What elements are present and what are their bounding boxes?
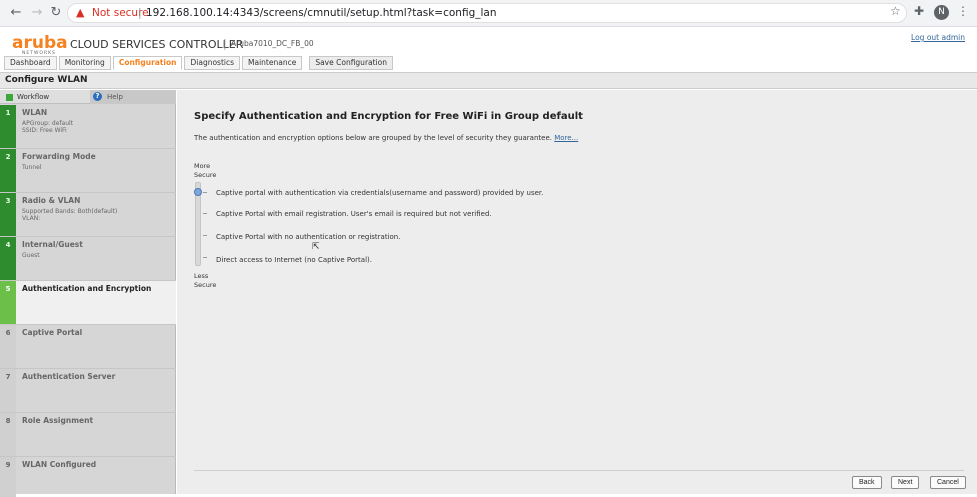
step-title: Radio & VLAN [22, 196, 81, 205]
step-number: 3 [0, 193, 16, 236]
step-detail: VLAN: [22, 215, 41, 222]
cancel-button[interactable]: Cancel [930, 476, 966, 489]
description-text: The authentication and encryption option… [194, 134, 552, 142]
workflow-sidebar: Workflow ? Help 1 WLAN APGroup: default … [0, 90, 176, 497]
less-secure-line: Secure [194, 280, 217, 289]
tab-dashboard[interactable]: Dashboard [4, 56, 57, 70]
security-option-4[interactable]: Direct access to Internet (no Captive Po… [216, 256, 372, 264]
warning-icon[interactable]: ▲ [76, 6, 84, 20]
back-button[interactable]: Back [852, 476, 882, 489]
product-name: CLOUD SERVICES CONTROLLER [70, 38, 244, 51]
slider-tick [203, 257, 207, 258]
more-secure-label: More Secure [194, 162, 216, 179]
profile-avatar[interactable]: N [934, 5, 949, 20]
app-header: aruba NETWORKS CLOUD SERVICES CONTROLLER… [0, 27, 977, 71]
header-separator: | [223, 37, 227, 50]
tab-configuration[interactable]: Configuration [112, 56, 183, 70]
slider-tick [203, 235, 207, 236]
step-title: Role Assignment [22, 416, 94, 425]
tab-maintenance[interactable]: Maintenance [242, 56, 303, 70]
step-number: 1 [0, 105, 16, 148]
step-wlan-configured[interactable]: 9 WLAN Configured [0, 457, 176, 497]
step-number: 4 [0, 237, 16, 280]
extensions-puzzle-icon[interactable]: ✚ [914, 4, 924, 18]
tab-diagnostics[interactable]: Diagnostics [184, 56, 241, 70]
next-button[interactable]: Next [891, 476, 920, 489]
step-detail: Supported Bands: Both(default) [22, 208, 118, 215]
step-title: Authentication and Encryption [22, 284, 152, 293]
less-secure-label: Less Secure [194, 272, 216, 289]
step-wlan[interactable]: 1 WLAN APGroup: default SSID: Free WiFi [0, 105, 176, 149]
tab-monitoring[interactable]: Monitoring [58, 56, 111, 70]
help-icon: ? [93, 92, 102, 101]
step-title: Authentication Server [22, 372, 116, 381]
step-title: WLAN [22, 108, 48, 117]
more-secure-line: Secure [194, 170, 217, 179]
device-name: Aruba7010_DC_FB_00 [231, 39, 314, 48]
reload-icon[interactable]: ↻ [48, 5, 64, 21]
aruba-logo: aruba [12, 33, 68, 53]
step-detail: Guest [22, 252, 40, 259]
slider-tick [203, 192, 207, 193]
forward-arrow-icon[interactable]: → [29, 5, 45, 21]
step-number: 2 [0, 149, 16, 192]
step-authentication-server[interactable]: 7 Authentication Server [0, 369, 176, 413]
address-bar[interactable]: ▲ Not secure | 192.168.100.14:4343/scree… [67, 3, 907, 23]
save-configuration-button[interactable]: Save Configuration [309, 56, 393, 70]
more-link[interactable]: More... [554, 134, 578, 142]
step-detail: SSID: Free WiFi [22, 127, 67, 134]
url-text[interactable]: 192.168.100.14:4343/screens/cmnutil/setu… [146, 7, 497, 19]
step-title: Captive Portal [22, 328, 83, 337]
step-authentication-encryption[interactable]: 5 Authentication and Encryption [0, 281, 176, 325]
step-number: 6 [0, 325, 16, 368]
workflow-icon [6, 94, 13, 101]
step-number: 9 [0, 457, 16, 497]
step-number: 7 [0, 369, 16, 412]
main-tabs: Dashboard Monitoring Configuration Diagn… [4, 56, 393, 70]
browser-menu-icon[interactable]: ⋮ [957, 4, 969, 18]
step-detail: APGroup: default [22, 120, 74, 127]
step-captive-portal[interactable]: 6 Captive Portal [0, 325, 176, 369]
bookmark-star-icon[interactable]: ☆ [890, 4, 901, 18]
slider-tick [203, 213, 207, 214]
workflow-steps: 1 WLAN APGroup: default SSID: Free WiFi … [0, 105, 176, 497]
step-detail: Tunnel [22, 164, 42, 171]
step-radio-vlan[interactable]: 3 Radio & VLAN Supported Bands: Both(def… [0, 193, 176, 237]
help-label: Help [107, 93, 123, 101]
browser-toolbar: ← → ↻ ▲ Not secure | 192.168.100.14:4343… [0, 0, 977, 27]
step-role-assignment[interactable]: 8 Role Assignment [0, 413, 176, 457]
security-option-2[interactable]: Captive Portal with email registration. … [216, 210, 492, 218]
page-title: Configure WLAN [5, 75, 88, 85]
step-number: 8 [0, 413, 16, 456]
back-arrow-icon[interactable]: ← [8, 5, 24, 21]
less-secure-line: Less [194, 272, 209, 280]
step-title: WLAN Configured [22, 460, 97, 469]
more-secure-line: More [194, 162, 211, 170]
security-option-1[interactable]: Captive portal with authentication via c… [216, 189, 543, 197]
main-content: Specify Authentication and Encryption fo… [177, 90, 977, 494]
workflow-tab[interactable]: Workflow [17, 93, 49, 101]
step-title: Internal/Guest [22, 240, 83, 249]
section-description: The authentication and encryption option… [194, 134, 578, 142]
step-title: Forwarding Mode [22, 152, 96, 161]
help-tab[interactable]: ? Help [90, 90, 176, 104]
sidebar-header: Workflow ? Help [0, 90, 176, 104]
footer-divider [194, 470, 964, 471]
step-forwarding-mode[interactable]: 2 Forwarding Mode Tunnel [0, 149, 176, 193]
logout-link[interactable]: Log out admin [911, 33, 965, 42]
mouse-cursor-icon: ⇱ [312, 242, 320, 252]
url-separator: | [138, 6, 142, 19]
step-internal-guest[interactable]: 4 Internal/Guest Guest [0, 237, 176, 281]
security-option-3[interactable]: Captive Portal with no authentication or… [216, 233, 400, 241]
step-number: 5 [0, 281, 16, 324]
security-slider-handle[interactable] [194, 188, 202, 196]
page-title-bar: Configure WLAN [0, 72, 977, 89]
section-title: Specify Authentication and Encryption fo… [194, 111, 583, 122]
